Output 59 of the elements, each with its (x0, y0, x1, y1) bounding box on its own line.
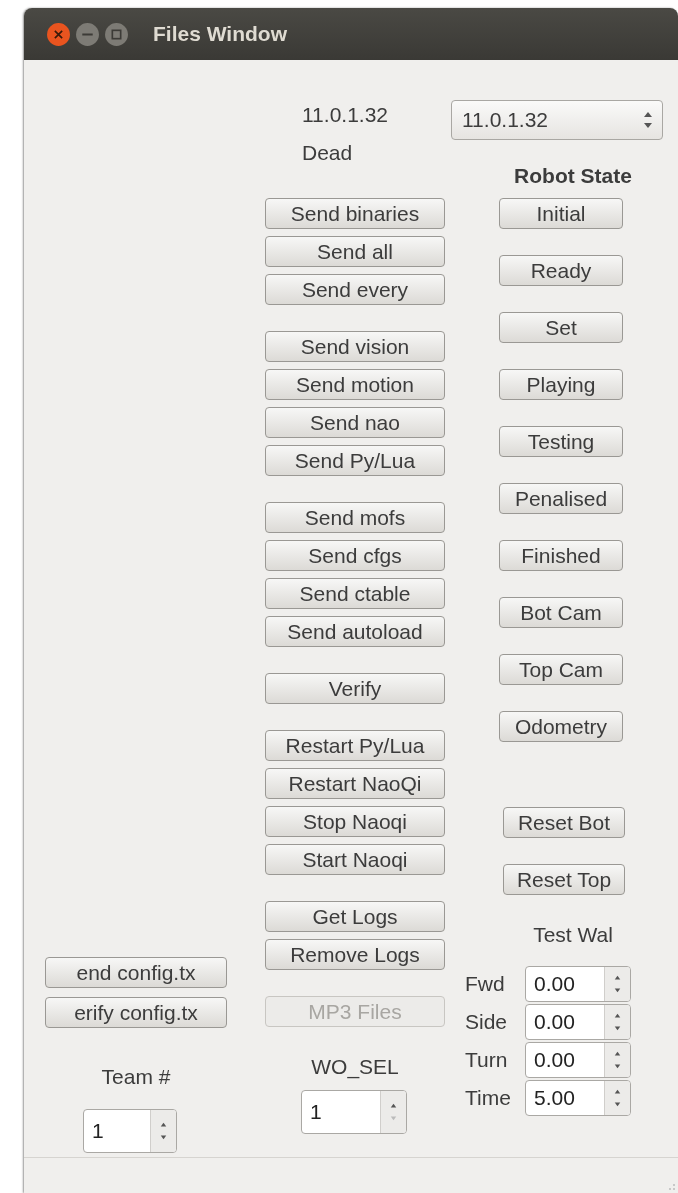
team-spinbox[interactable]: 1 (83, 1109, 177, 1153)
walk-spinbox[interactable]: 0.00 (525, 1042, 631, 1078)
command-button[interactable]: Send mofs (265, 502, 445, 533)
spin-arrows-icon[interactable] (604, 1081, 630, 1115)
command-button[interactable]: Send all (265, 236, 445, 267)
walk-field-label: Fwd (465, 972, 506, 996)
state-button[interactable]: Odometry (499, 711, 623, 742)
command-button[interactable]: Verify (265, 673, 445, 704)
reset-button[interactable]: Reset Bot (503, 807, 625, 838)
walk-field-label: Time (465, 1086, 512, 1110)
test-walk-heading: Test Wal (532, 923, 614, 947)
team-label: Team # (100, 1065, 172, 1089)
config-button[interactable]: end config.tx (45, 957, 227, 988)
command-button[interactable]: Restart NaoQi (265, 768, 445, 799)
state-button[interactable]: Set (499, 312, 623, 343)
spin-arrows-icon[interactable] (380, 1091, 406, 1133)
command-button[interactable]: Stop Naoqi (265, 806, 445, 837)
wo-self-label: WO_SEL (310, 1055, 400, 1079)
walk-spinbox[interactable]: 0.00 (525, 966, 631, 1002)
spin-arrows-icon[interactable] (604, 1005, 630, 1039)
command-button[interactable]: Send ctable (265, 578, 445, 609)
reset-button[interactable]: Reset Top (503, 864, 625, 895)
command-button[interactable]: Send nao (265, 407, 445, 438)
close-icon[interactable] (46, 21, 71, 47)
spin-arrows-icon[interactable] (150, 1110, 176, 1152)
walk-field-label: Turn (465, 1048, 509, 1072)
spin-arrows-icon[interactable] (604, 967, 630, 1001)
state-button[interactable]: Finished (499, 540, 623, 571)
command-button[interactable]: Send vision (265, 331, 445, 362)
state-button[interactable]: Bot Cam (499, 597, 623, 628)
robot-address: 11.0.1.32 (302, 102, 390, 128)
config-button[interactable]: erify config.tx (45, 997, 227, 1028)
window-title: Files Window (153, 22, 287, 46)
walk-spinbox[interactable]: 0.00 (525, 1004, 631, 1040)
state-button[interactable]: Initial (499, 198, 623, 229)
command-button[interactable]: Send cfgs (265, 540, 445, 571)
state-button[interactable]: Testing (499, 426, 623, 457)
robot-status: Dead (302, 140, 354, 166)
wo-self-spinbox[interactable]: 1 (301, 1090, 407, 1134)
command-button[interactable]: Get Logs (265, 901, 445, 932)
command-button[interactable]: Send Py/Lua (265, 445, 445, 476)
minimize-icon[interactable] (75, 21, 100, 47)
state-button[interactable]: Penalised (499, 483, 623, 514)
maximize-icon[interactable] (104, 21, 129, 47)
command-button[interactable]: Send autoload (265, 616, 445, 647)
command-button[interactable]: Send motion (265, 369, 445, 400)
state-button[interactable]: Playing (499, 369, 623, 400)
command-button[interactable]: Start Naoqi (265, 844, 445, 875)
spin-arrows-icon[interactable] (604, 1043, 630, 1077)
walk-spinbox[interactable]: 5.00 (525, 1080, 631, 1116)
command-button[interactable]: Remove Logs (265, 939, 445, 970)
robot-dropdown[interactable]: 11.0.1.32 (451, 100, 663, 140)
state-button[interactable]: Top Cam (499, 654, 623, 685)
walk-field-label: Side (465, 1010, 509, 1034)
robot-state-heading: Robot State (513, 164, 633, 188)
state-button[interactable]: Ready (499, 255, 623, 286)
command-button[interactable]: Send every (265, 274, 445, 305)
command-button[interactable]: Send binaries (265, 198, 445, 229)
command-button[interactable]: Restart Py/Lua (265, 730, 445, 761)
